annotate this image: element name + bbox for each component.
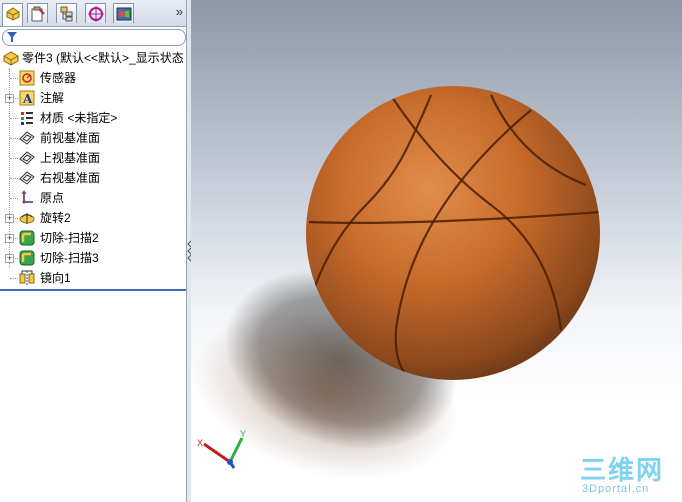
material-icon — [21, 112, 33, 125]
tree-item-mirror1[interactable]: 镜向1 — [0, 268, 186, 288]
graphics-viewport[interactable] — [191, 0, 682, 502]
tree-item-annotations[interactable]: + A 注解 — [0, 88, 186, 108]
property-manager-tab[interactable] — [27, 3, 48, 23]
mirror-icon — [19, 270, 35, 285]
sweep-cut-icon — [19, 250, 35, 266]
part-icon — [3, 51, 19, 66]
display-manager-tab-icon — [116, 7, 132, 21]
origin-icon — [21, 190, 33, 204]
dimxpert-manager-tab[interactable] — [85, 3, 106, 23]
basketball-model[interactable] — [306, 80, 601, 380]
revolve-icon — [19, 213, 35, 224]
tree-filter-input[interactable] — [2, 29, 186, 46]
filter-icon — [7, 32, 17, 42]
plane-icon — [19, 131, 35, 145]
tree-item-sweep-cut3[interactable]: + 切除-扫描3 — [0, 248, 186, 268]
annotation-icon: A — [19, 90, 35, 106]
tree-item-top-plane[interactable]: 上视基准面 — [0, 148, 186, 168]
feature-manager-panel: » 零件3 (默认<<默认>_显示状态 传感器 + A 注解 材质 <未指定> — [0, 0, 187, 502]
plane-icon — [19, 151, 35, 165]
model-scene — [193, 80, 601, 480]
plane-icon — [19, 171, 35, 185]
display-manager-tab[interactable] — [113, 3, 134, 23]
tree-item-front-plane[interactable]: 前视基准面 — [0, 128, 186, 148]
feature-manager-tab-icon — [6, 7, 20, 21]
configuration-manager-tab[interactable] — [56, 3, 77, 23]
property-manager-tab-icon — [31, 6, 45, 22]
watermark-main: 三维网 — [580, 455, 665, 485]
feature-manager-tab[interactable] — [2, 3, 23, 26]
watermark-sub: 3Dportal.cn — [582, 483, 650, 495]
watermark-logo: 三维网 3Dportal.cn — [580, 450, 680, 500]
sweep-cut-icon — [19, 230, 35, 246]
tree-root-label: 零件3 (默认<<默认>_显示状态 — [22, 51, 184, 65]
tree-item-sweep-cut2[interactable]: + 切除-扫描2 — [0, 228, 186, 248]
panel-tab-bar: » — [0, 0, 186, 27]
tree-item-revolve2[interactable]: + 旋转2 — [0, 208, 186, 228]
tree-item-origin[interactable]: 原点 — [0, 188, 186, 208]
reference-triad: X Y — [197, 429, 246, 469]
triad-x-label: X — [197, 438, 203, 448]
tree-item-material[interactable]: 材质 <未指定> — [0, 108, 186, 128]
rollback-bar[interactable] — [0, 289, 186, 291]
configuration-manager-tab-icon — [60, 6, 73, 22]
tree-root-part[interactable]: 零件3 (默认<<默认>_显示状态 — [0, 48, 186, 68]
dimxpert-manager-tab-icon — [88, 6, 104, 22]
triad-y-label: Y — [240, 429, 246, 439]
sensor-icon — [19, 70, 35, 86]
tree-item-sensors[interactable]: 传感器 — [0, 68, 186, 88]
more-tabs-button[interactable]: » — [176, 4, 183, 19]
tree-item-right-plane[interactable]: 右视基准面 — [0, 168, 186, 188]
svg-text:A: A — [22, 92, 33, 106]
